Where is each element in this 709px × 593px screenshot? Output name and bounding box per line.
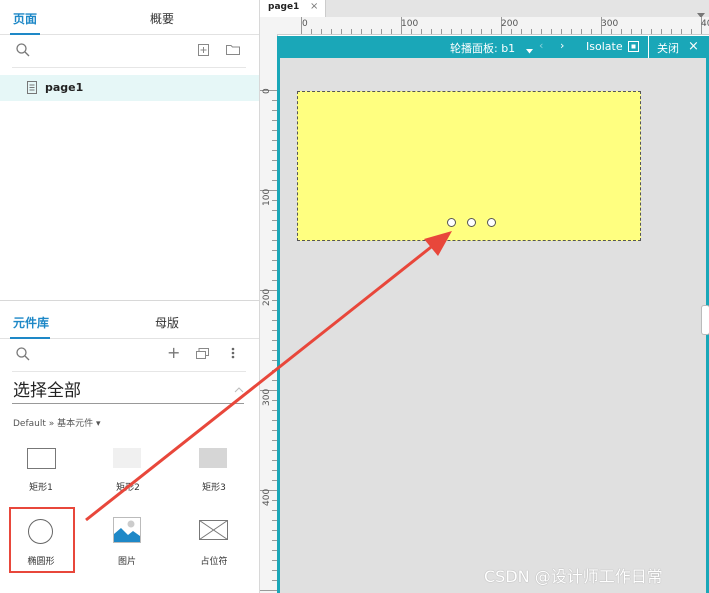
watermark: CSDN @设计师工作日常	[484, 567, 663, 586]
annotation-arrow	[85, 231, 452, 522]
